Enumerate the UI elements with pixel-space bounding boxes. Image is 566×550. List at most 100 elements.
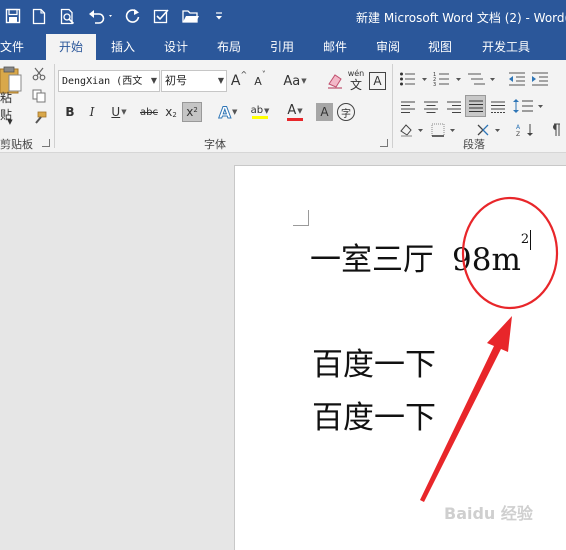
text-effects-button[interactable]: A ▼ — [214, 102, 242, 122]
tab-view[interactable]: 视图 — [416, 34, 464, 60]
print-preview-icon[interactable] — [57, 5, 79, 27]
character-shading-label: A — [320, 105, 329, 119]
document-line-2[interactable]: 百度一下 — [312, 339, 436, 384]
font-launcher-icon[interactable] — [380, 139, 388, 147]
change-case-label: Aa — [283, 73, 301, 89]
ribbon-tabs: 文件 开始 插入 设计 布局 引用 邮件 审阅 视图 开发工具 — [0, 34, 566, 60]
shrink-font-label: A — [254, 74, 262, 88]
font-size-value: 初号 — [165, 74, 187, 87]
bold-button[interactable]: B — [62, 102, 78, 122]
clear-formatting-icon[interactable] — [325, 70, 345, 92]
underline-button[interactable]: U ▼ — [106, 102, 132, 122]
tab-mailings[interactable]: 邮件 — [311, 34, 359, 60]
character-border-button[interactable]: A — [369, 72, 386, 90]
font-color-button[interactable]: A ▼ — [280, 101, 310, 123]
group-divider — [54, 64, 55, 148]
grow-font-label: A — [230, 73, 241, 89]
clipboard-group-label: 剪贴板 — [0, 138, 33, 151]
decrease-indent-icon[interactable] — [507, 68, 527, 90]
ribbon: 粘贴 ▼ 剪贴板 DengXian (西文 ▼ 初号 ▼ A ^ A ˅ Aa ▼ w… — [0, 60, 566, 153]
paragraph-group-label: 段落 — [463, 138, 485, 151]
numbering-icon[interactable]: 123 — [432, 68, 464, 90]
chevron-down-icon: ▼ — [217, 76, 224, 85]
line1-text: 一室三厅 — [310, 242, 434, 278]
redo-icon[interactable] — [122, 5, 144, 27]
increase-indent-icon[interactable] — [530, 68, 550, 90]
text-cursor — [530, 230, 532, 250]
new-document-icon[interactable] — [28, 5, 50, 27]
chevron-down-icon: ▼ — [150, 76, 157, 85]
svg-text:3: 3 — [433, 82, 436, 87]
font-group-label: 字体 — [204, 138, 226, 151]
distributed-icon[interactable] — [488, 97, 508, 117]
highlight-color-button[interactable]: ab ▼ — [245, 101, 275, 123]
font-color-swatch — [287, 118, 303, 121]
character-shading-button[interactable]: A — [316, 103, 333, 121]
paste-label[interactable]: 粘贴 — [0, 91, 22, 122]
document-line-3[interactable]: 百度一下 — [312, 392, 436, 437]
svg-text:Z: Z — [516, 131, 520, 137]
phonetic-char: 文 — [349, 77, 362, 92]
align-left-icon[interactable] — [398, 97, 418, 117]
tab-design[interactable]: 设计 — [152, 34, 200, 60]
tab-home[interactable]: 开始 — [46, 34, 96, 60]
strikethrough-label: abc — [140, 106, 158, 118]
align-center-icon[interactable] — [421, 97, 441, 117]
save-icon[interactable] — [2, 5, 24, 27]
change-case-button[interactable]: Aa ▼ — [279, 70, 311, 92]
grow-font-button[interactable]: A ^ — [230, 70, 248, 92]
phonetic-guide-button[interactable]: wén 文 — [346, 66, 366, 94]
shrink-font-button[interactable]: A ˅ — [251, 70, 269, 92]
tab-insert[interactable]: 插入 — [99, 34, 147, 60]
clipboard-launcher-icon[interactable] — [42, 139, 50, 147]
justify-icon[interactable] — [465, 95, 486, 117]
margin-corner-mark — [293, 210, 309, 226]
tab-review[interactable]: 审阅 — [364, 34, 412, 60]
superscript-button[interactable]: x2 — [182, 102, 202, 122]
baidu-watermark: Baidu 经验 — [444, 504, 533, 523]
bullets-icon[interactable] — [398, 68, 430, 90]
undo-icon[interactable] — [87, 5, 117, 27]
sort-icon[interactable]: AZ — [515, 122, 539, 138]
show-marks-icon[interactable] — [546, 122, 564, 138]
document-line-1[interactable]: 一室三厅 98m2 — [310, 230, 532, 279]
tab-references[interactable]: 引用 — [258, 34, 306, 60]
area-superscript: 2 — [520, 232, 530, 247]
window-title: 新建 Microsoft Word 文档 (2) - Word(产 — [356, 11, 566, 25]
subscript-label: x — [165, 105, 173, 119]
font-name-select[interactable]: DengXian (西文 ▼ — [58, 70, 160, 92]
phonetic-pinyin: wén — [347, 68, 365, 78]
check-icon[interactable] — [150, 5, 172, 27]
italic-button[interactable]: I — [84, 102, 100, 122]
shading-icon[interactable] — [398, 122, 426, 138]
highlight-swatch — [252, 116, 268, 119]
enclose-characters-label: 字 — [341, 108, 351, 120]
character-border-label: A — [373, 74, 382, 88]
open-folder-icon[interactable] — [180, 5, 202, 27]
line-spacing-icon[interactable] — [512, 95, 546, 117]
multilevel-list-icon[interactable] — [466, 68, 498, 90]
tab-layout[interactable]: 布局 — [205, 34, 253, 60]
align-right-icon[interactable] — [444, 97, 464, 117]
group-divider — [392, 64, 393, 148]
customize-icon[interactable] — [208, 5, 230, 27]
tab-file[interactable]: 文件 — [0, 34, 28, 60]
text-effects-label: A — [218, 102, 231, 122]
subscript-button[interactable]: x2 — [162, 102, 180, 122]
enclose-characters-button[interactable]: 字 — [337, 103, 355, 121]
paste-dropdown-icon[interactable]: ▼ — [6, 118, 14, 126]
format-painter-icon[interactable] — [30, 109, 48, 127]
cut-icon[interactable] — [30, 65, 48, 83]
font-color-label: A — [287, 103, 297, 118]
strikethrough-button[interactable]: abc — [138, 102, 160, 122]
font-size-select[interactable]: 初号 ▼ — [161, 70, 227, 92]
highlight-label: ab — [250, 105, 264, 116]
font-name-value: DengXian (西文 — [62, 76, 143, 87]
tab-developer[interactable]: 开发工具 — [474, 34, 538, 60]
underline-label: U — [111, 105, 121, 119]
area-value: 98m — [452, 242, 521, 278]
superscript-label: x — [186, 105, 194, 119]
copy-icon[interactable] — [30, 87, 48, 105]
borders-icon[interactable] — [430, 122, 458, 138]
svg-text:A: A — [516, 124, 521, 131]
